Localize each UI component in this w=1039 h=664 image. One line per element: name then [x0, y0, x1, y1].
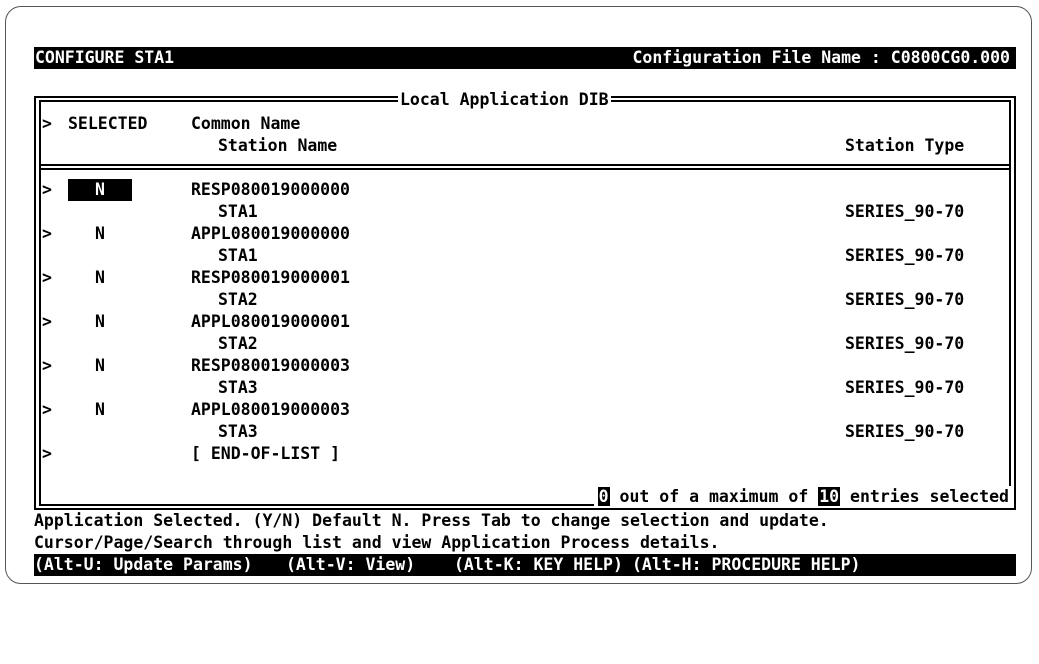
header-selected: SELECTED [68, 114, 148, 133]
selected-field[interactable]: N [68, 179, 132, 201]
station-type: SERIES_90-70 [845, 290, 965, 309]
selected-field[interactable]: N [68, 223, 132, 245]
row-marker: > [42, 312, 52, 331]
common-name: RESP080019000003 [191, 356, 350, 375]
selection-count-mid: out of a maximum of [609, 487, 819, 506]
selected-field[interactable]: N [68, 399, 132, 421]
selected-field[interactable]: N [68, 311, 132, 333]
row-marker: > [42, 268, 52, 287]
station-name: STA2 [218, 334, 258, 353]
header-common-name: Common Name [191, 114, 301, 133]
row-marker: > [42, 356, 52, 375]
station-name: STA3 [218, 378, 258, 397]
station-type: SERIES_90-70 [845, 422, 965, 441]
station-name: STA2 [218, 290, 258, 309]
function-key-bar: (Alt-U: Update Params) (Alt-V: View) (Al… [34, 554, 1016, 576]
view-key[interactable]: (Alt-V: View) [286, 554, 415, 576]
update-params-key[interactable]: (Alt-U: Update Params) [34, 554, 253, 576]
common-name: APPL080019000001 [191, 312, 350, 331]
max-count: 10 [818, 487, 841, 506]
title-bar: CONFIGURE STA1 Configuration File Name :… [34, 47, 1016, 69]
end-of-list-label: [ END-OF-LIST ] [191, 444, 341, 463]
common-name: RESP080019000001 [191, 268, 350, 287]
station-name: STA1 [218, 246, 258, 265]
header-marker: > [42, 114, 52, 133]
station-type: SERIES_90-70 [845, 246, 965, 265]
station-type: SERIES_90-70 [845, 202, 965, 221]
config-file-name: Configuration File Name : C0800CG0.000 [632, 48, 1011, 67]
station-name: STA3 [218, 422, 258, 441]
row-marker: > [42, 400, 52, 419]
selected-field[interactable]: N [68, 355, 132, 377]
header-divider [39, 164, 1011, 166]
common-name: APPL080019000000 [191, 224, 350, 243]
row-marker: > [42, 224, 52, 243]
procedure-help-key[interactable]: (Alt-H: PROCEDURE HELP) [632, 554, 860, 576]
selection-count: 0 out of a maximum of 10 entries selecte… [593, 486, 1013, 508]
header-station-type: Station Type [845, 136, 965, 155]
selection-count-end: entries selected [840, 487, 1009, 506]
row-marker: > [42, 444, 52, 463]
help-line-2: Cursor/Page/Search through list and view… [34, 533, 720, 552]
common-name: RESP080019000000 [191, 180, 350, 199]
station-type: SERIES_90-70 [845, 378, 965, 397]
selected-count: 0 [597, 487, 610, 506]
header-station-name: Station Name [218, 136, 338, 155]
help-line-1: Application Selected. (Y/N) Default N. P… [34, 511, 829, 530]
common-name: APPL080019000003 [191, 400, 350, 419]
header-divider [39, 168, 1011, 170]
row-marker: > [42, 180, 52, 199]
station-name: STA1 [218, 202, 258, 221]
panel-title: Local Application DIB [398, 89, 611, 111]
selected-field[interactable]: N [68, 267, 132, 289]
station-type: SERIES_90-70 [845, 334, 965, 353]
screen-title: CONFIGURE STA1 [35, 48, 175, 67]
key-help-key[interactable]: (Alt-K: KEY HELP) [454, 554, 623, 576]
